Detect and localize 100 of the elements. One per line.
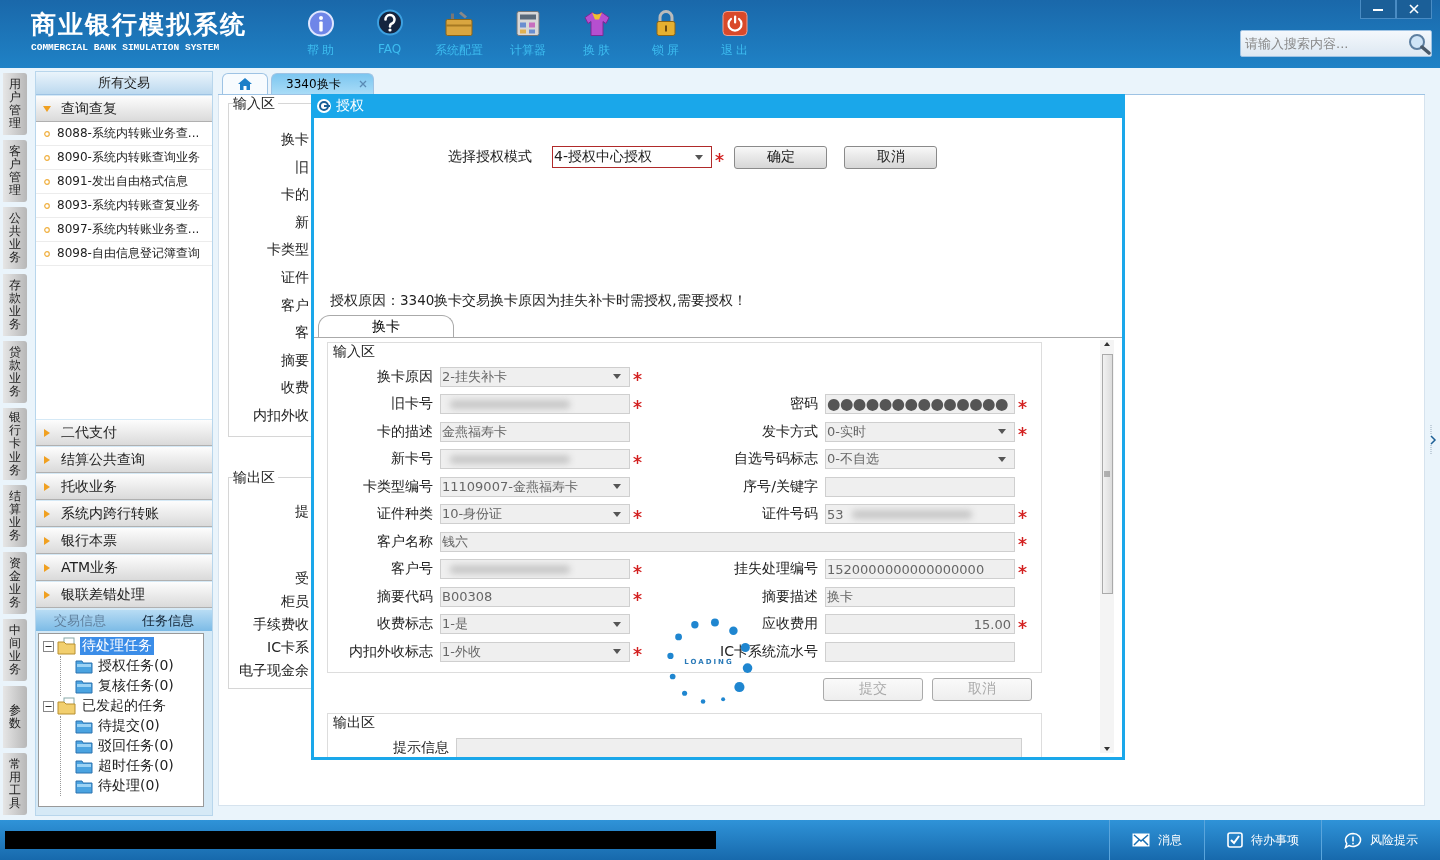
input-field[interactable] [440,449,630,470]
collapse-box-icon[interactable] [43,640,54,652]
accordion-header[interactable]: ATM业务 [36,555,212,581]
tree-item[interactable]: 超时任务(0) [96,757,176,775]
field-label: 内扣外收标志 [348,642,434,661]
folder-icon [75,718,93,734]
input-field[interactable]: 53 [825,504,1015,525]
transaction-item[interactable]: 8091-发出自由格式信息 [36,170,212,194]
tree-item[interactable]: 驳回任务(0) [96,737,176,755]
input-field[interactable]: 金燕福寿卡 [440,421,630,442]
status-button[interactable]: 待办事项 [1204,820,1321,860]
checkbox-icon [1227,832,1243,848]
input-field[interactable] [440,559,630,580]
module-tab[interactable]: 常用工具 [3,752,27,815]
status-button[interactable]: 风险提示 [1321,820,1440,860]
input-field[interactable]: 换卡 [825,586,1015,607]
field-label: 卡的 [281,185,309,205]
transaction-item[interactable]: 8098-自由信息登记簿查询 [36,242,212,266]
dropdown[interactable]: 4-授权中心授权 [552,146,712,168]
input-field[interactable]: 钱六 [440,531,1015,552]
scroll-up-icon[interactable] [1103,340,1111,348]
module-tab[interactable]: 结算业务 [3,484,27,547]
dropdown[interactable]: 1-外收 [440,641,630,662]
tree-item[interactable]: 授权任务(0) [96,657,176,675]
scrollbar[interactable] [1100,340,1114,753]
dropdown[interactable]: 0-实时 [825,421,1015,442]
module-tab[interactable]: 中间业务 [3,618,27,681]
module-tab[interactable]: 银行卡业务 [3,408,27,480]
module-tab[interactable]: 存款业务 [3,274,27,336]
field-label: 摘要代码 [376,587,434,606]
field-label: 挂失处理编号 [733,560,819,579]
transaction-item[interactable]: 8088-系统内转账业务查... [36,122,212,146]
field-label: IC卡系 [267,637,309,657]
folder-icon [57,697,77,715]
input-field[interactable] [456,737,1022,757]
close-button[interactable] [1396,0,1432,19]
accordion-header[interactable]: 查询查复 [36,96,212,122]
accordion-header[interactable]: 二代支付 [36,420,212,446]
help-icon [375,9,404,38]
dropdown-caret-icon [998,456,1006,462]
dropdown[interactable]: 2-挂失补卡 [440,366,630,387]
module-tab[interactable]: 公共业务 [3,207,27,269]
module-tab[interactable]: 资金业务 [3,551,27,614]
module-tab[interactable]: 贷款业务 [3,341,27,403]
input-field[interactable]: B00308 [440,586,630,607]
field-label: 换卡原因 [376,367,434,386]
field-label: 摘要描述 [761,587,819,606]
close-icon[interactable] [358,80,367,88]
tree-item[interactable]: 已发起的任务 [80,697,168,715]
input-field[interactable] [825,476,1015,497]
panel-tab[interactable]: 任务信息 [124,610,212,631]
transaction-item[interactable]: 8090-系统内转账查询业务 [36,146,212,170]
lock-icon [653,9,678,38]
password-field[interactable]: ●●●●●●●●●●●●●● [825,394,1015,415]
dropdown[interactable]: 0-不自选 [825,449,1015,470]
home-tab[interactable] [222,73,268,94]
folder-icon [75,658,93,674]
field-label: 证件种类 [376,505,434,524]
input-field[interactable] [825,641,1015,662]
dialog-button[interactable]: 取消 [844,145,937,169]
grip-icon [1104,471,1110,477]
accordion-header[interactable]: 托收业务 [36,474,212,500]
input-field[interactable]: 1520000000000000000 [825,559,1015,580]
tree-item[interactable]: 待提交(0) [96,717,162,735]
section-legend: 输出区 [233,468,278,487]
form-tab[interactable]: 换卡 [318,315,454,337]
field-label: 新 [295,212,309,232]
scroll-down-icon[interactable] [1103,745,1111,753]
collapse-box-icon[interactable] [43,700,54,712]
accordion-header[interactable]: 结算公共查询 [36,447,212,473]
minimize-button[interactable] [1360,0,1396,19]
field-label: 选择授权模式 [448,148,532,166]
accordion-header[interactable]: 系统内跨行转账 [36,501,212,527]
app-subtitle: COMMERCIAL BANK SIMULATION SYSTEM [31,42,221,53]
accordion-header[interactable]: 银行本票 [36,528,212,554]
expand-handle-icon[interactable] [1429,425,1437,455]
module-tab[interactable]: 用户管理 [3,73,27,135]
folder-icon [75,678,93,694]
input-field[interactable]: 15.00 [825,614,1015,635]
page-tab[interactable]: 3340换卡 [271,73,374,94]
dropdown[interactable]: 10-身份证 [440,504,630,525]
transaction-item[interactable]: 8093-系统内转账查复业务 [36,194,212,218]
input-field[interactable] [440,394,630,415]
field-label: 提 [295,501,309,521]
accordion-header[interactable]: 银联差错处理 [36,582,212,608]
search-icon [1407,32,1431,55]
tree-item[interactable]: 待处理(0) [96,777,162,795]
dialog-button[interactable]: 确定 [734,145,827,169]
field-label: 卡类型 [267,240,309,260]
dropdown[interactable]: 1-是 [440,614,630,635]
module-tab[interactable]: 客户管理 [3,140,27,202]
module-tab[interactable]: 参数 [3,685,27,748]
bullet-icon [44,130,50,137]
bullet-icon [44,250,50,257]
folder-icon [75,778,93,794]
transaction-item[interactable]: 8097-系统内转账业务查... [36,218,212,242]
status-button[interactable]: 消息 [1109,820,1204,860]
tree-item[interactable]: 复核任务(0) [96,677,176,695]
scrollbar-thumb[interactable] [1101,354,1113,594]
dropdown[interactable]: 11109007-金燕福寿卡 [440,476,630,497]
